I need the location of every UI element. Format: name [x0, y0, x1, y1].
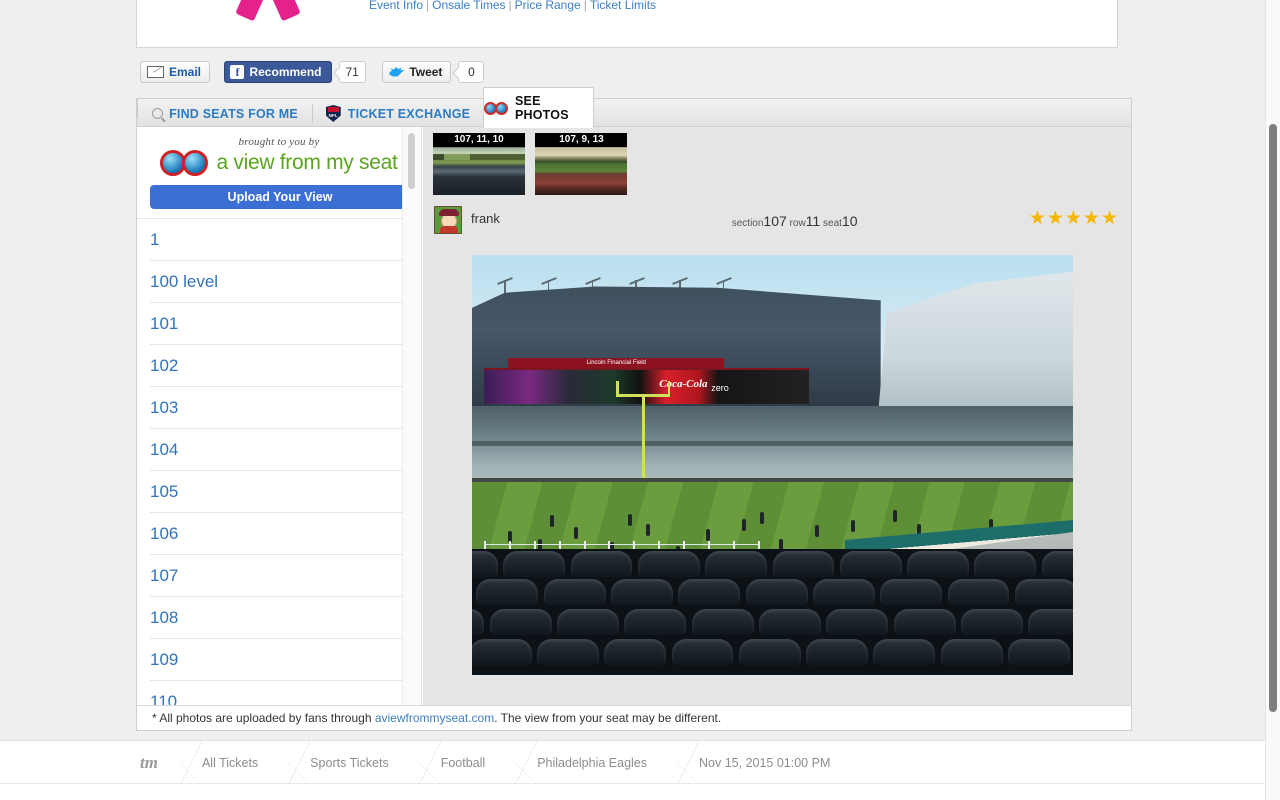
sidebar-item-108[interactable]: 108 — [150, 597, 410, 639]
breadcrumb: tm All Tickets Sports Tickets Football P… — [136, 741, 860, 785]
thumbnail-label-1: 107, 11, 10 — [433, 133, 525, 147]
tab-see-photos[interactable]: SEE PHOTOS — [483, 87, 594, 128]
thumbnail-label-2: 107, 9, 13 — [535, 133, 628, 147]
seat-seat-value: 10 — [841, 213, 858, 229]
breadcrumb-item-philadelphia-eagles[interactable]: Philadelphia Eagles — [515, 741, 677, 785]
sections-sidebar: brought to you by a view from my seat Up… — [137, 127, 422, 705]
sidebar-item-110[interactable]: 110 — [150, 681, 410, 706]
social-share-bar: Email f Recommend 71 Tweet 0 — [140, 61, 496, 85]
seat-row-label: row — [789, 218, 806, 229]
event-quick-links: Event Info | Onsale Times | Price Range | Tick… — [369, 0, 657, 12]
avms-brand-name: a view from my seat — [216, 151, 398, 174]
browser-scrollbar-track[interactable] — [1265, 0, 1280, 800]
photo-thumbnail-1[interactable]: 107, 11, 10 — [433, 133, 525, 195]
sidebar-item-100-level[interactable]: 100 level — [150, 261, 410, 303]
section-list: 1 100 level 101 102 103 104 105 106 107 … — [137, 218, 421, 705]
sidebar-item-102[interactable]: 102 — [150, 345, 410, 387]
user-avatar — [434, 206, 462, 234]
photo-footnote: * All photos are uploaded by fans throug… — [137, 705, 1131, 730]
footnote-prefix: * All photos are uploaded by fans throug… — [152, 711, 375, 725]
breadcrumb-footer: tm All Tickets Sports Tickets Football P… — [0, 740, 1272, 785]
right-gutter — [1132, 0, 1265, 731]
twitter-tweet-label: Tweet — [409, 65, 443, 79]
sidebar-item-103[interactable]: 103 — [150, 387, 410, 429]
breadcrumb-item-football[interactable]: Football — [418, 741, 515, 785]
brought-to-you-by-label: brought to you by — [238, 136, 320, 148]
tab-ticket-exchange-label: TICKET EXCHANGE — [347, 106, 471, 121]
ticketmaster-logo[interactable]: tm — [136, 753, 180, 773]
photo-review-header: frank section107 row11 seat10 ★★★★★ — [423, 205, 1131, 235]
twitter-share-group: Tweet 0 — [382, 61, 485, 83]
sidebar-item-106[interactable]: 106 — [150, 513, 410, 555]
sidebar-item-109[interactable]: 109 — [150, 639, 410, 681]
search-icon — [152, 108, 164, 119]
event-info-panel: Please Note! Please adhere to published … — [136, 0, 1118, 48]
footnote-suffix: . The view from your seat may be differe… — [494, 711, 722, 725]
breadcrumb-item-sports-tickets[interactable]: Sports Tickets — [288, 741, 419, 785]
page-bottom-strip — [0, 784, 1265, 800]
envelope-icon — [147, 66, 164, 78]
photo-foreground-seats — [472, 549, 1073, 675]
photo-viewer-panel: 107, 11, 10 107, 9, 13 frank section107 … — [423, 127, 1131, 705]
breadcrumb-item-all-tickets[interactable]: All Tickets — [179, 741, 288, 785]
sidebar-item-105[interactable]: 105 — [150, 471, 410, 513]
browser-scrollbar-thumb[interactable] — [1269, 124, 1277, 712]
sidebar-item-104[interactable]: 104 — [150, 429, 410, 471]
link-ticket-limits[interactable]: Ticket Limits — [590, 0, 656, 12]
binoculars-icon — [484, 101, 508, 115]
seat-row-value: 11 — [805, 213, 821, 229]
seat-seat-label: seat — [823, 218, 842, 229]
nfl-shield-icon — [325, 105, 341, 122]
photo-goalpost — [616, 381, 671, 491]
sidebar-item-101[interactable]: 101 — [150, 303, 410, 345]
binoculars-icon — [160, 150, 209, 176]
facebook-f-icon: f — [230, 65, 245, 79]
review-username: frank — [471, 211, 500, 226]
sidebar-item-1[interactable]: 1 — [150, 219, 410, 261]
left-gutter — [0, 0, 136, 731]
sidebar-item-107[interactable]: 107 — [150, 555, 410, 597]
sidebar-scrollbar-track[interactable] — [402, 127, 421, 705]
breadcrumb-item-event-date: Nov 15, 2015 01:00 PM — [677, 741, 860, 785]
aviewfrommyseat-link[interactable]: aviewfrommyseat.com — [375, 711, 494, 725]
photo-thumbnail-2[interactable]: 107, 9, 13 — [535, 133, 628, 195]
twitter-count-badge: 0 — [458, 61, 485, 83]
link-onsale-times[interactable]: Onsale Times — [432, 0, 505, 12]
main-seat-view-photo[interactable]: Lincoln Financial Field Coca-Cola zero — [472, 255, 1073, 675]
facebook-count-badge: 71 — [338, 61, 366, 83]
email-share-label: Email — [169, 65, 202, 79]
avms-logo: a view from my seat — [137, 150, 421, 176]
twitter-bird-icon — [389, 66, 405, 77]
seat-location-info: section107 row11 seat10 — [732, 213, 858, 229]
avms-branding: brought to you by a view from my seat — [137, 127, 421, 176]
event-note-block: Please Note! Please adhere to published … — [369, 0, 1103, 13]
tab-find-seats-label: FIND SEATS FOR ME — [169, 106, 298, 121]
seat-section-label: section — [731, 218, 764, 229]
photo-zero-ad: zero — [711, 383, 729, 394]
link-price-range[interactable]: Price Range — [515, 0, 581, 12]
tab-find-seats-for-me[interactable]: FIND SEATS FOR ME — [137, 99, 313, 128]
photo-thumbnail-strip: 107, 11, 10 107, 9, 13 — [423, 127, 1131, 205]
section-tab-bar: FIND SEATS FOR ME TICKET EXCHANGE SEE PH… — [136, 87, 1132, 128]
email-share-button[interactable]: Email — [140, 61, 211, 83]
page-root: Please Note! Please adhere to published … — [0, 0, 1280, 800]
upload-your-view-button[interactable]: Upload Your View — [150, 185, 410, 209]
tab-ticket-exchange[interactable]: TICKET EXCHANGE — [313, 99, 483, 128]
sidebar-scrollbar-thumb[interactable] — [408, 133, 415, 189]
facebook-recommend-button[interactable]: f Recommend — [224, 61, 332, 83]
twitter-tweet-button[interactable]: Tweet — [382, 61, 452, 83]
awareness-ribbon-icon — [217, 0, 317, 24]
rating-stars: ★★★★★ — [1028, 208, 1119, 229]
link-event-info[interactable]: Event Info — [369, 0, 423, 12]
see-photos-panel: brought to you by a view from my seat Up… — [136, 127, 1132, 731]
seat-section-value: 107 — [763, 213, 787, 229]
facebook-share-group: f Recommend 71 — [224, 61, 366, 83]
tab-see-photos-label: SEE PHOTOS — [515, 94, 569, 122]
facebook-recommend-label: Recommend — [249, 65, 322, 79]
